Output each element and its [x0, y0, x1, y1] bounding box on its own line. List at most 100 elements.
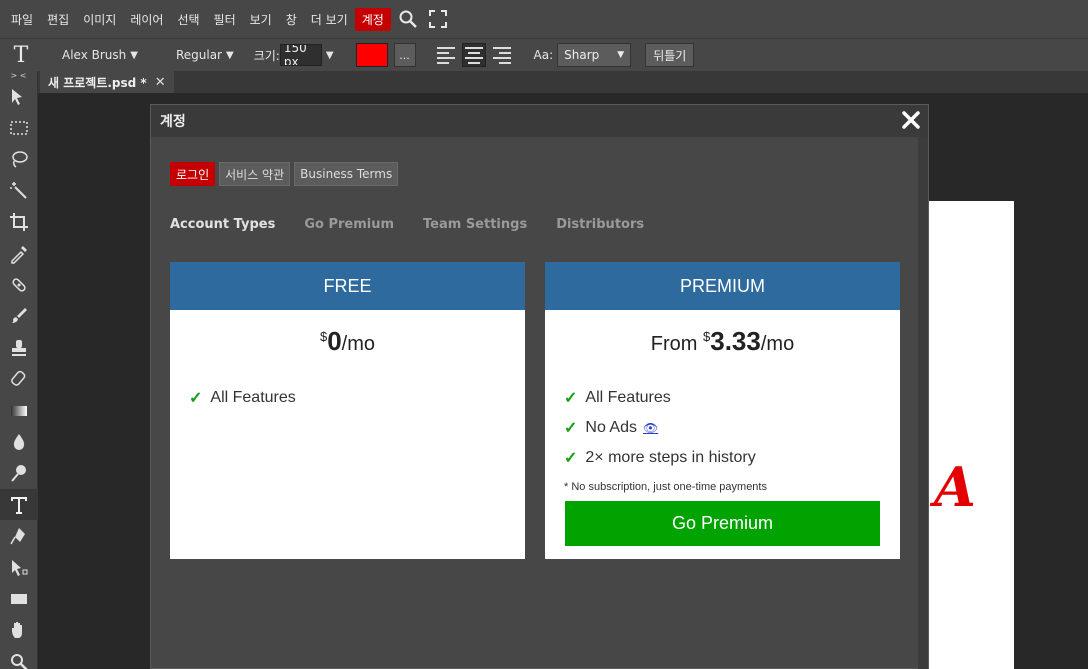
price-amount: 0	[327, 326, 342, 356]
menu-view[interactable]: 보기	[243, 8, 279, 31]
feature-item: ✓ 2× more steps in history	[564, 443, 900, 473]
payment-note: * No subscription, just one-time payment…	[564, 481, 767, 493]
feature-item: ✓ All Features	[564, 383, 900, 413]
dodge-tool-icon[interactable]	[0, 458, 38, 489]
feature-label: No Ads	[585, 419, 637, 436]
magic-wand-icon[interactable]	[0, 175, 38, 206]
menu-layer[interactable]: 레이어	[123, 8, 170, 31]
search-icon[interactable]	[395, 6, 421, 32]
chevron-down-icon: ▼	[617, 50, 625, 60]
blur-tool-icon[interactable]	[0, 426, 38, 457]
tool-options-bar: T Alex Brush ▼ Regular ▼ 크기: 150 px ▼ ... …	[0, 38, 1088, 71]
brush-tool-icon[interactable]	[0, 301, 38, 332]
more-options-button[interactable]: ...	[393, 43, 416, 67]
dialog-title: 계정	[160, 114, 186, 130]
menu-image[interactable]: 이미지	[76, 8, 123, 31]
antialias-control: Aa: Sharp ▼	[534, 43, 632, 67]
chevron-down-icon: ▼	[130, 49, 138, 61]
plan-card-premium: PREMIUM From $3.33/mo ✓ All Features ✓ N…	[545, 262, 900, 559]
align-right-icon[interactable]	[490, 43, 514, 67]
menu-bar: 파일 편집 이미지 레이어 선택 필터 보기 창 더 보기 계정	[0, 0, 1088, 38]
crop-tool-icon[interactable]	[0, 207, 38, 238]
menu-window[interactable]: 창	[279, 8, 304, 31]
warp-text-button[interactable]: 뒤틀기	[645, 43, 695, 67]
gradient-tool-icon[interactable]	[0, 395, 38, 426]
feature-label: All Features	[585, 389, 671, 406]
go-premium-button[interactable]: Go Premium	[565, 501, 880, 546]
document-tab[interactable]: 새 프로젝트.psd * ✕	[40, 71, 174, 93]
zoom-tool-icon[interactable]	[0, 646, 38, 669]
price-amount: 3.33	[710, 326, 761, 356]
eye-icon[interactable]: 👁	[643, 421, 658, 435]
chevron-down-icon[interactable]: ▼	[326, 50, 334, 61]
document-tab-title: 새 프로젝트.psd *	[48, 75, 147, 90]
price-period: /mo	[341, 333, 376, 355]
chevron-down-icon: ▼	[226, 49, 234, 61]
checkmark-icon: ✓	[564, 450, 578, 467]
feature-label: All Features	[210, 389, 296, 406]
plan-card-free: FREE $0/mo ✓ All Features	[170, 262, 525, 559]
tab-go-premium[interactable]: Go Premium	[304, 217, 394, 232]
feature-item: ✓ All Features	[189, 383, 525, 413]
menu-file[interactable]: 파일	[4, 8, 40, 31]
menu-edit[interactable]: 편집	[40, 8, 76, 31]
text-tool-indicator: T	[13, 42, 29, 68]
pen-tool-icon[interactable]	[0, 520, 38, 551]
dialog-header: 계정	[151, 105, 928, 137]
feature-list: ✓ All Features	[170, 383, 525, 413]
document-tab-bar: 새 프로젝트.psd * ✕	[38, 71, 1088, 93]
collapse-panel-icon[interactable]: > <	[0, 71, 37, 81]
hand-tool-icon[interactable]	[0, 615, 38, 646]
price-period: /mo	[760, 333, 795, 355]
checkmark-icon: ✓	[564, 390, 578, 407]
checkmark-icon: ✓	[189, 390, 203, 407]
text-tool-icon[interactable]	[0, 489, 38, 521]
fullscreen-icon[interactable]	[425, 6, 451, 32]
account-sub-tabs: Account Types Go Premium Team Settings D…	[170, 217, 673, 232]
font-family-select[interactable]: Alex Brush ▼	[62, 48, 138, 62]
tab-login[interactable]: 로그인	[170, 162, 216, 186]
close-icon[interactable]	[900, 109, 922, 131]
clone-stamp-icon[interactable]	[0, 332, 38, 363]
tab-account-types[interactable]: Account Types	[170, 217, 275, 232]
canvas-document[interactable]	[929, 201, 1014, 669]
account-top-tabs: 로그인 서비스 약관 Business Terms	[170, 162, 399, 186]
move-tool-icon[interactable]	[0, 81, 38, 112]
marquee-tool-icon[interactable]	[0, 112, 38, 143]
tab-distributors[interactable]: Distributors	[556, 217, 644, 232]
checkmark-icon: ✓	[564, 420, 578, 437]
feature-label: 2× more steps in history	[585, 449, 756, 466]
align-center-icon[interactable]	[461, 43, 486, 67]
path-select-icon[interactable]	[0, 552, 38, 583]
shape-tool-icon[interactable]	[0, 583, 38, 614]
font-size-input[interactable]: 150 px	[279, 44, 322, 66]
text-color-swatch[interactable]	[355, 43, 388, 67]
menu-account[interactable]: 계정	[354, 7, 391, 31]
font-style-select[interactable]: Regular ▼	[176, 48, 234, 62]
plan-price: From $3.33/mo	[545, 326, 900, 357]
font-size-label: 크기:	[253, 48, 280, 63]
antialias-label: Aa:	[533, 48, 554, 62]
plan-title: FREE	[170, 262, 525, 310]
feature-list: ✓ All Features ✓ No Ads 👁 ✓ 2× more step…	[545, 383, 900, 473]
menu-more[interactable]: 더 보기	[304, 8, 355, 31]
tab-business-terms[interactable]: Business Terms	[294, 162, 399, 186]
menu-filter[interactable]: 필터	[207, 8, 243, 31]
price-prefix: From	[650, 333, 704, 355]
canvas-text-layer[interactable]: A	[934, 455, 976, 519]
align-left-icon[interactable]	[434, 43, 458, 67]
photo-editor-app: 파일 편집 이미지 레이어 선택 필터 보기 창 더 보기 계정 T Alex …	[0, 0, 1088, 669]
tab-terms-of-service[interactable]: 서비스 약관	[219, 162, 291, 186]
close-icon[interactable]: ✕	[155, 75, 166, 90]
font-size-control: 크기: 150 px ▼	[254, 44, 334, 66]
menu-select[interactable]: 선택	[170, 8, 206, 31]
feature-item: ✓ No Ads 👁	[564, 413, 900, 443]
tab-team-settings[interactable]: Team Settings	[423, 217, 527, 232]
lasso-tool-icon[interactable]	[0, 144, 38, 175]
antialias-select[interactable]: Sharp ▼	[557, 43, 632, 67]
dialog-scroll-track[interactable]	[918, 137, 928, 669]
healing-brush-icon[interactable]	[0, 269, 38, 300]
eraser-tool-icon[interactable]	[0, 364, 38, 395]
plan-price: $0/mo	[170, 326, 525, 357]
eyedropper-icon[interactable]	[0, 238, 38, 269]
